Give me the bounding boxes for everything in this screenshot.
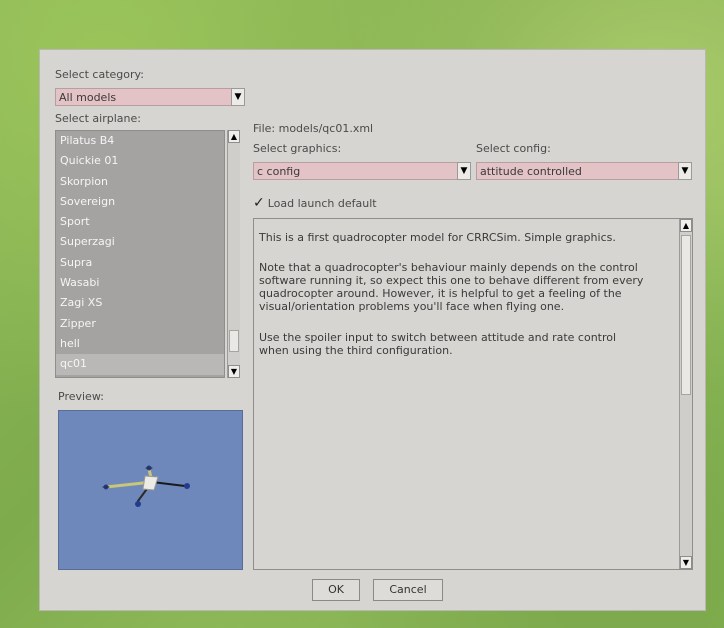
load-launch-default-label: Load launch default	[267, 197, 377, 210]
quadrocopter-preview-image	[102, 465, 190, 507]
list-item[interactable]: Pilatus B4	[56, 131, 224, 151]
preview-label: Preview:	[58, 390, 104, 403]
model-description[interactable]: This is a first quadrocopter model for C…	[253, 218, 693, 570]
cancel-button[interactable]: Cancel	[373, 579, 443, 601]
list-item[interactable]: Sovereign	[56, 192, 224, 212]
scroll-up-icon[interactable]: ▲	[228, 130, 240, 143]
airplane-list[interactable]: Pilatus B4 Quickie 01 Skorpion Sovereign…	[55, 130, 225, 378]
description-scrollbar[interactable]: ▲ ▼	[679, 219, 692, 569]
list-item[interactable]: Zipper	[56, 314, 224, 334]
airplane-list-scrollbar[interactable]: ▲ ▼	[227, 130, 240, 378]
graphics-label: Select graphics:	[253, 142, 342, 155]
ok-button[interactable]: OK	[312, 579, 360, 601]
config-value: attitude controlled	[480, 165, 582, 178]
list-item[interactable]: Wasabi	[56, 273, 224, 293]
list-item[interactable]: hell	[56, 334, 224, 354]
chevron-down-icon[interactable]: ▼	[457, 162, 471, 180]
description-paragraph-3: Use the spoiler input to switch between …	[259, 331, 617, 357]
list-item[interactable]: Superzagi	[56, 232, 224, 252]
scroll-down-icon[interactable]: ▼	[680, 556, 692, 569]
category-value: All models	[59, 91, 117, 104]
model-preview	[58, 410, 243, 570]
list-item-selected[interactable]: qc01	[56, 354, 224, 375]
load-launch-default-checkbox[interactable]: ✓ Load launch default	[253, 195, 377, 211]
scrollbar-thumb[interactable]	[229, 330, 239, 352]
category-label: Select category:	[55, 68, 144, 81]
description-paragraph-1: This is a first quadrocopter model for C…	[259, 231, 616, 244]
file-path: File: models/qc01.xml	[253, 122, 374, 135]
list-item[interactable]: Sport	[56, 212, 224, 232]
chevron-down-icon[interactable]: ▼	[678, 162, 692, 180]
list-item[interactable]: Zagi XS	[56, 293, 224, 313]
scroll-up-icon[interactable]: ▲	[680, 219, 692, 232]
model-select-dialog: Select category: All models ▼ Select air…	[40, 50, 705, 610]
config-dropdown[interactable]: attitude controlled ▼	[476, 162, 692, 180]
checkmark-icon: ✓	[253, 195, 265, 211]
description-paragraph-2: Note that a quadrocopter's behaviour mai…	[259, 261, 644, 313]
config-label: Select config:	[476, 142, 551, 155]
list-item[interactable]: Supra	[56, 253, 224, 273]
graphics-value: c config	[257, 165, 301, 178]
graphics-dropdown[interactable]: c config ▼	[253, 162, 471, 180]
list-item[interactable]: Skorpion	[56, 172, 224, 192]
scrollbar-thumb[interactable]	[681, 235, 691, 395]
scroll-down-icon[interactable]: ▼	[228, 365, 240, 378]
chevron-down-icon[interactable]: ▼	[231, 88, 245, 106]
list-item[interactable]: Quickie 01	[56, 151, 224, 171]
category-dropdown[interactable]: All models ▼	[55, 88, 245, 106]
airplane-label: Select airplane:	[55, 112, 141, 125]
